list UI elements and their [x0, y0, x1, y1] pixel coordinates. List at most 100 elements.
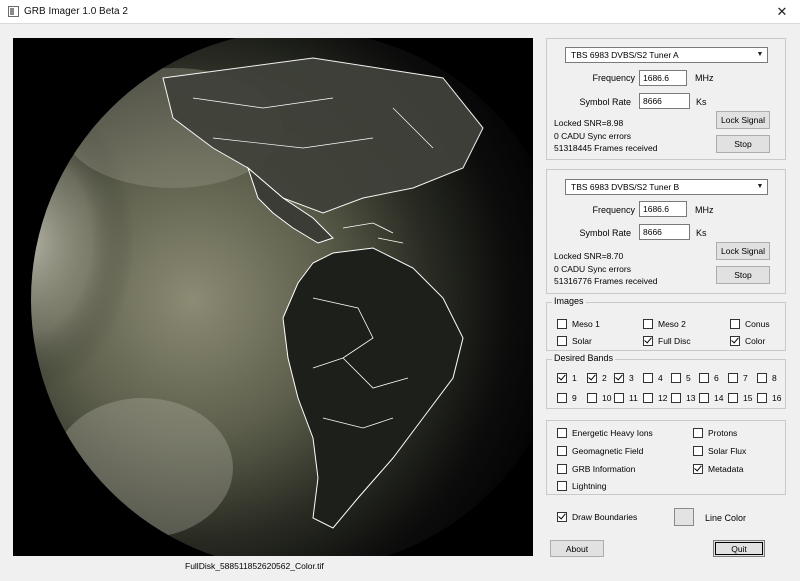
band-8-checkbox-label: 8: [772, 373, 777, 383]
images-group-legend: Images: [552, 296, 586, 306]
tuner-a-select-value: TBS 6983 DVBS/S2 Tuner A: [571, 50, 679, 60]
band-6-checkbox[interactable]: 6: [699, 372, 719, 384]
product-solar-flux-checkbox[interactable]: Solar Flux: [693, 445, 746, 457]
band-11-checkbox[interactable]: 11: [614, 392, 638, 404]
draw-boundaries-checkbox[interactable]: Draw Boundaries: [557, 511, 637, 523]
image-option-meso-2[interactable]: Meso 2: [643, 318, 686, 330]
band-16-checkbox[interactable]: 16: [757, 392, 781, 404]
band-9-checkbox-label: 9: [572, 393, 577, 403]
image-option-meso-1-label: Meso 1: [572, 319, 600, 329]
close-button[interactable]: ✕: [764, 0, 800, 24]
symbol-rate-unit: Ks: [696, 228, 707, 238]
tuner-a-lock-signal-button[interactable]: Lock Signal: [716, 111, 770, 129]
tuner-b-sync-errors: 0 CADU Sync errors: [554, 263, 631, 274]
band-14-checkbox[interactable]: 14: [699, 392, 723, 404]
image-option-solar[interactable]: Solar: [557, 335, 592, 347]
checkbox-box: [557, 393, 567, 403]
tuner-a-lock-status: Locked SNR=8.98: [554, 118, 624, 128]
image-option-color[interactable]: Color: [730, 335, 765, 347]
band-9-checkbox[interactable]: 9: [557, 392, 577, 404]
product-geomagnetic-field-checkbox-label: Geomagnetic Field: [572, 446, 644, 456]
band-15-checkbox[interactable]: 15: [728, 392, 752, 404]
product-metadata-checkbox-label: Metadata: [708, 464, 744, 474]
band-3-checkbox[interactable]: 3: [614, 372, 634, 384]
band-1-checkbox-label: 1: [572, 373, 577, 383]
symbol-rate-label: Symbol Rate: [579, 228, 631, 238]
band-12-checkbox[interactable]: 12: [643, 392, 667, 404]
band-10-checkbox-label: 10: [602, 393, 612, 403]
tuner-b-symbol-rate-input[interactable]: 8666: [639, 224, 690, 240]
tuner-a-status: Locked SNR=8.98 0 CADU Sync errors 51318…: [554, 117, 657, 155]
tuner-b-select-value: TBS 6983 DVBS/S2 Tuner B: [571, 182, 680, 192]
tuner-a-frequency-input[interactable]: 1686.6: [639, 70, 687, 86]
checkbox-box: [757, 393, 767, 403]
tuner-a-frames-received: 51318445 Frames received: [554, 143, 658, 153]
image-option-full-disc[interactable]: Full Disc: [643, 335, 691, 347]
checkbox-box: [693, 428, 703, 438]
product-metadata-checkbox[interactable]: Metadata: [693, 463, 743, 475]
checkmark-icon: [615, 372, 623, 381]
checkbox-box: [557, 481, 567, 491]
band-13-checkbox[interactable]: 13: [671, 392, 695, 404]
checkbox-box: [693, 463, 703, 474]
tuner-b-select[interactable]: TBS 6983 DVBS/S2 Tuner B ▼: [565, 179, 768, 195]
band-4-checkbox-label: 4: [658, 373, 663, 383]
image-filename: FullDisk_588511852620562_Color.tif: [185, 561, 324, 571]
product-lightning-checkbox-label: Lightning: [572, 481, 607, 491]
product-protons-checkbox[interactable]: Protons: [693, 427, 737, 439]
product-energetic-heavy-ions-checkbox[interactable]: Energetic Heavy Ions: [557, 427, 653, 439]
checkbox-box: [614, 372, 624, 383]
product-energetic-heavy-ions-checkbox-label: Energetic Heavy Ions: [572, 428, 653, 438]
band-1-checkbox[interactable]: 1: [557, 372, 577, 384]
tuner-a-stop-button[interactable]: Stop: [716, 135, 770, 153]
band-14-checkbox-label: 14: [714, 393, 724, 403]
checkbox-box: [693, 446, 703, 456]
band-8-checkbox[interactable]: 8: [757, 372, 777, 384]
product-geomagnetic-field-checkbox[interactable]: Geomagnetic Field: [557, 445, 643, 457]
checkmark-icon: [558, 511, 566, 520]
quit-button[interactable]: Quit: [713, 540, 765, 557]
checkmark-icon: [644, 335, 652, 344]
image-option-meso-1[interactable]: Meso 1: [557, 318, 600, 330]
chevron-down-icon: ▼: [756, 51, 764, 58]
desired-bands-legend: Desired Bands: [552, 353, 616, 363]
tuner-b-frequency-input[interactable]: 1686.6: [639, 201, 687, 217]
checkmark-icon: [731, 335, 739, 344]
checkbox-box: [614, 393, 624, 403]
checkmark-icon: [694, 463, 702, 472]
tuner-b-lock-signal-button[interactable]: Lock Signal: [716, 242, 770, 260]
band-3-checkbox-label: 3: [629, 373, 634, 383]
checkbox-box: [643, 319, 653, 329]
checkbox-box: [557, 428, 567, 438]
tuner-a-group: TBS 6983 DVBS/S2 Tuner A ▼ Frequency 168…: [546, 38, 786, 160]
checkbox-box: [557, 336, 567, 346]
frequency-unit: MHz: [695, 205, 714, 215]
line-color-swatch[interactable]: [674, 508, 694, 526]
band-10-checkbox[interactable]: 10: [587, 392, 611, 404]
image-option-conus[interactable]: Conus: [730, 318, 770, 330]
product-grb-information-checkbox-label: GRB Information: [572, 464, 636, 474]
checkbox-box: [643, 393, 653, 403]
product-solar-flux-checkbox-label: Solar Flux: [708, 446, 747, 456]
image-option-full-disc-label: Full Disc: [658, 336, 691, 346]
images-group: Images Meso 1 Meso 2 Conus Solar Full Disc Co…: [546, 296, 786, 351]
about-button[interactable]: About: [550, 540, 604, 557]
checkbox-box: [557, 319, 567, 329]
tuner-b-stop-button[interactable]: Stop: [716, 266, 770, 284]
band-5-checkbox[interactable]: 5: [671, 372, 691, 384]
checkmark-icon: [558, 372, 566, 381]
checkbox-box: [671, 393, 681, 403]
checkbox-box: [728, 373, 738, 383]
tuner-b-status: Locked SNR=8.70 0 CADU Sync errors 51316…: [554, 250, 657, 288]
product-grb-information-checkbox[interactable]: GRB Information: [557, 463, 635, 475]
earth-full-disk-image: [13, 38, 533, 556]
band-6-checkbox-label: 6: [714, 373, 719, 383]
tuner-a-select[interactable]: TBS 6983 DVBS/S2 Tuner A ▼: [565, 47, 768, 63]
checkbox-box: [730, 335, 740, 346]
tuner-a-symbol-rate-input[interactable]: 8666: [639, 93, 690, 109]
app-icon: [8, 6, 19, 17]
band-2-checkbox[interactable]: 2: [587, 372, 607, 384]
band-4-checkbox[interactable]: 4: [643, 372, 663, 384]
product-lightning-checkbox[interactable]: Lightning: [557, 480, 607, 492]
band-7-checkbox[interactable]: 7: [728, 372, 748, 384]
